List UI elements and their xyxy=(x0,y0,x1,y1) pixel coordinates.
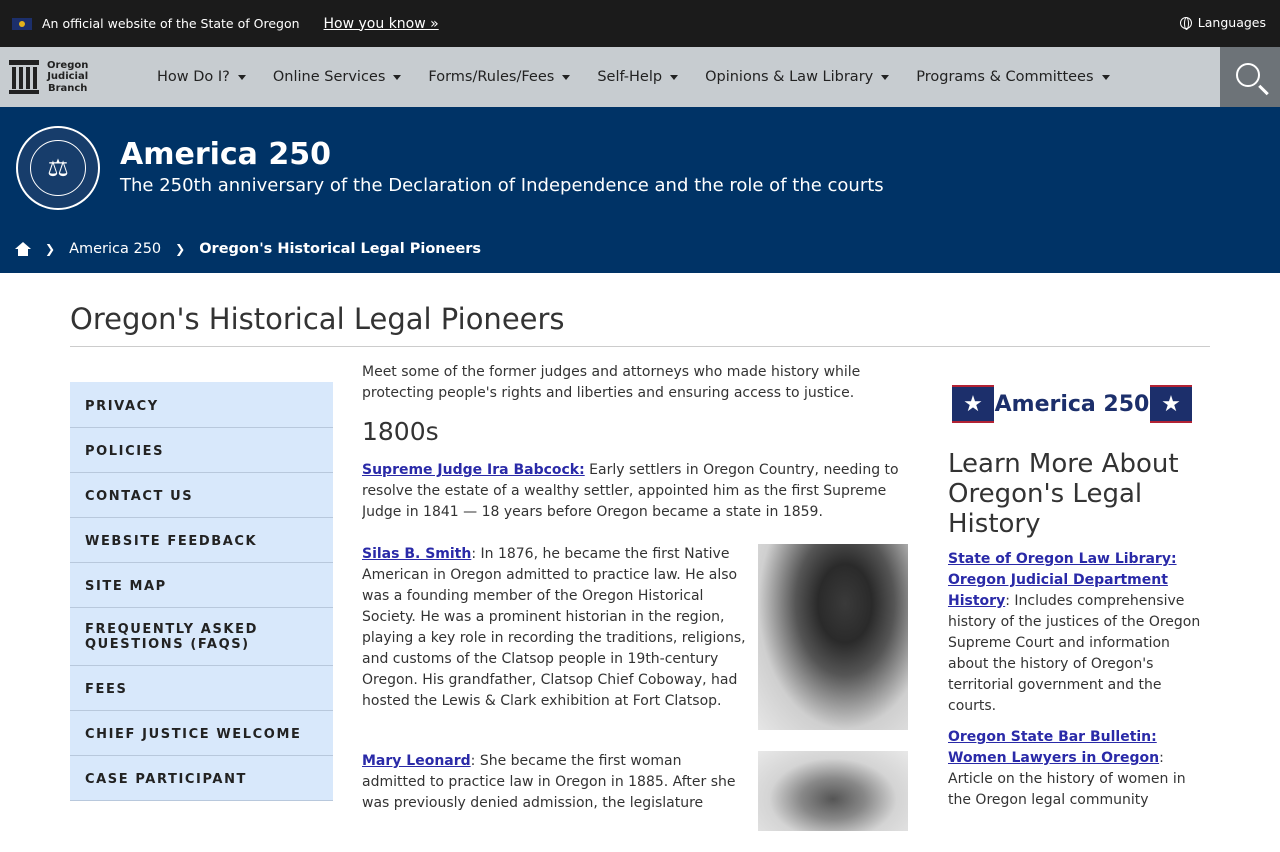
learn-more-heading: Learn More About Oregon's Legal History xyxy=(948,449,1179,539)
silas-smith-photo xyxy=(758,544,908,730)
sidebar-item-case-participant[interactable]: Case Participant xyxy=(70,756,333,801)
pioneer-entry: Silas B. Smith: In 1876, he became the f… xyxy=(362,544,908,730)
nav-how-do-i[interactable]: How Do I? xyxy=(157,69,246,85)
star-icon: ★ xyxy=(1150,385,1192,423)
scales-of-justice-icon: ⚖ xyxy=(30,140,86,196)
nav-forms-rules-fees[interactable]: Forms/Rules/Fees xyxy=(428,69,571,85)
search-button[interactable] xyxy=(1220,47,1280,107)
breadcrumb-america-250[interactable]: America 250 xyxy=(69,241,161,257)
caret-down-icon xyxy=(670,74,679,80)
main-nav: Oregon Judicial Branch How Do I? Online … xyxy=(0,47,1280,107)
america-250-badge: ★ America 250 ★ xyxy=(952,385,1192,423)
star-icon: ★ xyxy=(952,385,994,423)
sidebar-item-website-feedback[interactable]: Website Feedback xyxy=(70,518,333,563)
nav-self-help[interactable]: Self-Help xyxy=(597,69,679,85)
sidebar-item-policies[interactable]: Policies xyxy=(70,428,333,473)
title-divider xyxy=(70,346,1210,347)
nav-online-services[interactable]: Online Services xyxy=(273,69,402,85)
banner-subtitle: The 250th anniversary of the Declaration… xyxy=(120,175,884,196)
pioneer-entry: Supreme Judge Ira Babcock: Early settler… xyxy=(362,462,899,520)
logo-text: Oregon Judicial Branch xyxy=(47,59,89,94)
breadcrumb: ❯ America 250 ❯ Oregon's Historical Lega… xyxy=(15,241,481,257)
breadcrumb-current: Oregon's Historical Legal Pioneers xyxy=(199,241,482,257)
caret-down-icon xyxy=(237,74,246,80)
languages-button[interactable]: Languages xyxy=(1179,15,1266,30)
globe-icon xyxy=(1179,16,1192,30)
caret-down-icon xyxy=(562,74,571,80)
page-banner: ⚖ America 250 The 250th anniversary of t… xyxy=(0,107,1280,273)
nav-menu: How Do I? Online Services Forms/Rules/Fe… xyxy=(157,69,1137,85)
pioneer-link-silas-smith[interactable]: Silas B. Smith xyxy=(362,546,471,562)
caret-down-icon xyxy=(393,74,402,80)
main-content: Meet some of the former judges and attor… xyxy=(362,362,908,852)
home-icon[interactable] xyxy=(15,242,31,256)
sidebar-item-faqs[interactable]: Frequently Asked Questions (FAQs) xyxy=(70,608,333,666)
chevron-right-icon: ❯ xyxy=(45,242,56,256)
courthouse-pillars-icon xyxy=(9,60,39,94)
pioneer-entry: Mary Leonard: She became the first woman… xyxy=(362,751,908,831)
nav-programs-committees[interactable]: Programs & Committees xyxy=(916,69,1110,85)
resource-link-bar-bulletin[interactable]: Oregon State Bar Bulletin: Women Lawyers… xyxy=(948,729,1159,766)
how-you-know-link[interactable]: How you know » xyxy=(324,16,439,32)
banner-title: America 250 xyxy=(120,137,331,172)
caret-down-icon xyxy=(1101,74,1110,80)
ojd-logo[interactable]: Oregon Judicial Branch xyxy=(0,60,150,95)
right-sidebar: ★ America 250 ★ Learn More About Oregon'… xyxy=(948,385,1210,821)
mary-leonard-photo xyxy=(758,751,908,831)
official-banner: An official website of the State of Oreg… xyxy=(0,0,1280,47)
pioneer-link-mary-leonard[interactable]: Mary Leonard xyxy=(362,753,471,769)
pioneer-link-ira-babcock[interactable]: Supreme Judge Ira Babcock: xyxy=(362,462,585,478)
chevron-right-icon: ❯ xyxy=(175,242,186,256)
resource-item: State of Oregon Law Library: Oregon Judi… xyxy=(948,551,1201,714)
judicial-department-seal: ⚖ xyxy=(16,126,100,210)
sidebar-item-fees[interactable]: Fees xyxy=(70,666,333,711)
intro-text: Meet some of the former judges and attor… xyxy=(362,364,861,401)
search-icon xyxy=(1236,63,1260,87)
sidebar-item-chief-justice-welcome[interactable]: Chief Justice Welcome xyxy=(70,711,333,756)
resource-item: Oregon State Bar Bulletin: Women Lawyers… xyxy=(948,729,1186,808)
sidebar: Privacy Policies Contact Us Website Feed… xyxy=(70,382,333,801)
decade-heading: 1800s xyxy=(362,417,439,446)
sidebar-item-privacy[interactable]: Privacy xyxy=(70,382,333,428)
languages-label: Languages xyxy=(1197,15,1266,30)
oregon-flag-icon xyxy=(12,17,32,30)
sidebar-item-site-map[interactable]: Site Map xyxy=(70,563,333,608)
caret-down-icon xyxy=(881,74,890,80)
nav-opinions-law-library[interactable]: Opinions & Law Library xyxy=(705,69,890,85)
sidebar-item-contact-us[interactable]: Contact Us xyxy=(70,473,333,518)
official-site-text: An official website of the State of Oreg… xyxy=(42,16,300,31)
page-title: Oregon's Historical Legal Pioneers xyxy=(70,302,565,336)
